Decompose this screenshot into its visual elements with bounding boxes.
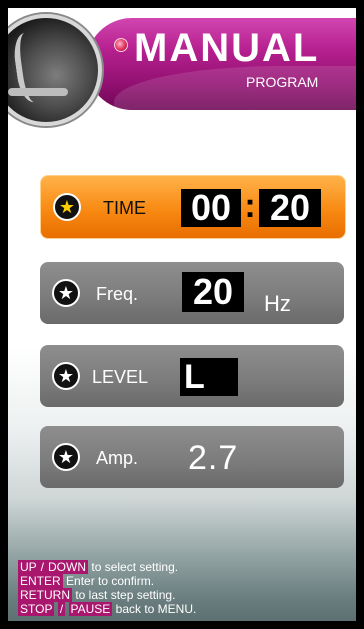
star-icon: ★ [53,193,81,221]
indicator-dot-icon [114,38,128,52]
page-title: MANUAL [134,26,320,70]
time-minutes: 00 [181,189,241,227]
key-slash: / [38,560,47,574]
help-line-confirm: ENTER Enter to confirm. [18,574,348,588]
key-return: RETURN [18,588,72,602]
help-text-return: to last step setting. [75,588,176,602]
help-text-confirm: Enter to confirm. [66,574,155,588]
header: MANUAL PROGRAM [8,8,356,126]
key-enter: ENTER [18,574,63,588]
setting-row-amp[interactable]: ★ Amp. 2.7 [40,426,344,488]
star-icon: ★ [52,279,80,307]
help-line-return: RETURN to last step setting. [18,588,348,602]
setting-label-freq: Freq. [96,284,139,304]
setting-row-level[interactable]: ★ LEVEL L [40,345,344,407]
key-down: DOWN [46,560,89,574]
amp-value: 2.7 [188,439,239,477]
banner-decoration [114,66,356,126]
star-icon: ★ [52,443,80,471]
star-icon: ★ [52,362,80,390]
help-line-menu: STOP / PAUSE back to MENU. [18,602,348,616]
key-stop: STOP [18,602,55,616]
setting-label-level: LEVEL [92,367,149,387]
setting-row-freq[interactable]: ★ Freq. 20 Hz [40,262,344,324]
help-text-menu: back to MENU. [115,602,197,616]
level-value: L [180,358,238,396]
freq-value: 20 [182,272,244,312]
freq-unit: Hz [264,291,291,316]
time-separator: : [244,187,256,225]
time-seconds: 20 [259,189,321,227]
device-frame: MANUAL PROGRAM ★ TIME 00 : 20 ★ Freq. 20… [0,0,364,629]
logo-base [8,88,68,96]
help-text-select: to select setting. [91,560,179,574]
help-line-select: UP / DOWN to select setting. [18,560,348,574]
page-subtitle: PROGRAM [246,74,319,90]
help-text: UP / DOWN to select setting. ENTER Enter t… [18,560,348,616]
setting-row-time[interactable]: ★ TIME 00 : 20 [40,175,346,239]
key-pause: PAUSE [68,602,113,616]
key-slash: / [57,602,66,616]
key-up: UP [18,560,39,574]
setting-label-amp: Amp. [96,448,139,468]
setting-label-time: TIME [103,198,146,218]
machine-logo-icon [8,14,102,126]
screen: MANUAL PROGRAM ★ TIME 00 : 20 ★ Freq. 20… [8,8,356,621]
